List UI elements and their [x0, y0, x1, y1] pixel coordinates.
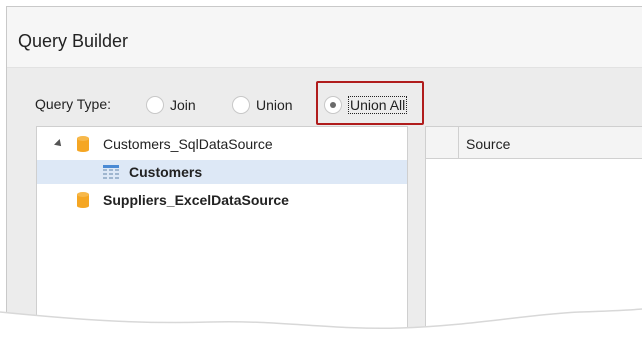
radio-union[interactable]: Union	[232, 95, 293, 115]
radio-join-label[interactable]: Join	[170, 97, 196, 113]
grid-header-source[interactable]: Source	[459, 127, 642, 159]
database-icon	[77, 192, 89, 208]
radio-join[interactable]: Join	[146, 95, 196, 115]
expander-icon[interactable]	[54, 139, 64, 149]
window-title: Query Builder	[18, 31, 129, 51]
tree-item-label: Customers_SqlDataSource	[103, 136, 273, 152]
grid-header-blank	[426, 127, 459, 159]
radio-union-label[interactable]: Union	[256, 97, 293, 113]
table-icon	[103, 165, 119, 179]
window-titlebar: Query Builder	[7, 7, 642, 68]
tree-item-label: Suppliers_ExcelDataSource	[103, 192, 289, 208]
radio-union-all-circle[interactable]	[324, 96, 342, 114]
tree-item-suppliers-excel[interactable]: Suppliers_ExcelDataSource	[37, 188, 407, 212]
tree-item-customers[interactable]: Customers	[37, 160, 407, 184]
tree-item-customers-sql[interactable]: Customers_SqlDataSource	[37, 132, 407, 156]
query-type-label: Query Type:	[35, 96, 112, 112]
radio-union-circle[interactable]	[232, 96, 250, 114]
tree-item-label: Customers	[129, 164, 203, 180]
radio-union-all[interactable]: Union All	[324, 95, 408, 115]
database-icon	[77, 136, 89, 152]
radio-join-circle[interactable]	[146, 96, 164, 114]
radio-union-all-label[interactable]: Union All	[348, 96, 408, 114]
torn-edge-decoration	[0, 308, 642, 340]
